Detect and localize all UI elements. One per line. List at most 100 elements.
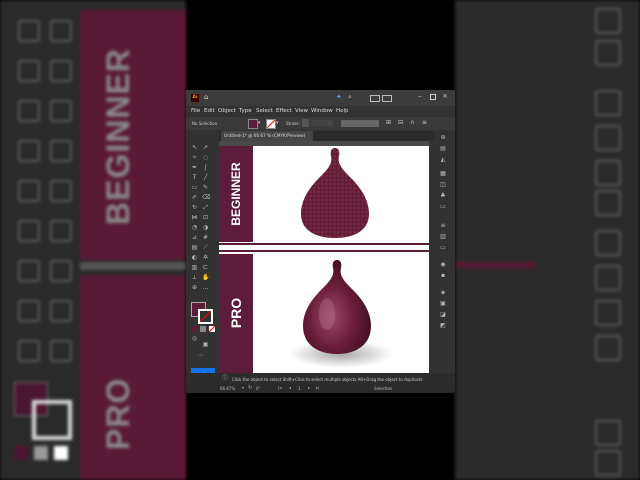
sparkle-icon[interactable]: ✦ <box>336 93 342 101</box>
symbols-icon[interactable]: ▭ <box>439 203 447 211</box>
document-tab[interactable]: Untitled-1* @ 66.67 % (CMYK/Preview) <box>221 131 314 141</box>
symbol-sprayer-icon[interactable]: ✲ <box>202 254 209 261</box>
scale-tool-icon[interactable]: ⤢ <box>202 204 209 211</box>
menu-edit[interactable]: Edit <box>204 108 215 114</box>
previous-artboard-icon[interactable]: ◂ <box>289 385 291 390</box>
rotate-view-icon[interactable]: ↻ <box>248 385 252 391</box>
chevron-down-icon[interactable]: ▾ <box>258 120 261 126</box>
gradient-mode-icon[interactable] <box>200 326 206 332</box>
hand-tool-icon[interactable]: ✋ <box>202 274 209 281</box>
graph-tool-icon[interactable]: ▥ <box>191 264 198 271</box>
live-paint-icon[interactable]: ◑ <box>202 224 209 231</box>
perspective-grid-icon[interactable]: ⊿ <box>191 234 198 241</box>
menu-file[interactable]: File <box>191 108 200 114</box>
style-field[interactable] <box>341 120 379 127</box>
chevron-down-icon[interactable]: ▾ <box>242 385 244 390</box>
first-artboard-icon[interactable]: |◂ <box>278 385 281 390</box>
appearance-icon[interactable]: ◉ <box>439 261 447 269</box>
stroke-weight-field[interactable] <box>311 120 333 126</box>
background-color-chip <box>14 446 28 460</box>
last-artboard-icon[interactable]: ▸| <box>316 385 319 390</box>
paintbrush-icon[interactable]: ✎ <box>202 184 209 191</box>
properties-icon[interactable]: ⊛ <box>439 134 447 142</box>
menu-icon[interactable]: ≡ <box>422 119 427 126</box>
links-icon[interactable]: ◩ <box>439 322 447 330</box>
none-mode-icon[interactable] <box>209 326 215 332</box>
selection-tool-icon[interactable]: ↖ <box>191 144 198 151</box>
mesh-tool-icon[interactable]: # <box>202 234 209 241</box>
free-transform-icon[interactable]: ⊡ <box>202 214 209 221</box>
menu-window[interactable]: Window <box>311 108 333 114</box>
info-icon: ⓘ <box>222 375 229 382</box>
artboard-tool-icon[interactable]: ⊏ <box>202 264 209 271</box>
minimize-button[interactable]: – <box>418 92 422 100</box>
background-left-panel: BEGINNER PRO <box>0 0 186 480</box>
stroke-weight-stepper[interactable] <box>302 119 309 127</box>
arrange-documents-icon[interactable] <box>370 95 380 102</box>
gradient-tool-icon[interactable]: ▤ <box>191 244 198 251</box>
layers-stack-icon[interactable]: ◈ <box>439 289 447 297</box>
background-tool-icon <box>50 20 72 42</box>
transparency-icon[interactable]: ▭ <box>439 244 447 252</box>
align-icon[interactable]: ⊞ <box>386 119 391 126</box>
fill-color-swatch[interactable] <box>248 119 258 129</box>
more-tools-icon[interactable]: ⋯ <box>197 352 204 359</box>
workspace-icon[interactable] <box>382 95 392 102</box>
stroke-swatch[interactable] <box>198 309 213 324</box>
direct-selection-tool-icon[interactable]: ↗ <box>202 144 209 151</box>
screen-mode-icon[interactable]: ▣ <box>202 341 209 348</box>
rectangle-tool-icon[interactable]: ▭ <box>191 184 198 191</box>
color-icon[interactable]: ▦ <box>439 170 447 178</box>
graphic-styles-icon[interactable]: ▪ <box>439 272 447 280</box>
canvas[interactable]: BEGINNER PRO <box>219 141 429 373</box>
pen-tool-icon[interactable]: ✒ <box>191 164 198 171</box>
close-button[interactable]: × <box>442 92 448 100</box>
shaper-tool-icon[interactable]: ✐ <box>191 194 198 201</box>
chevron-down-icon[interactable]: ▾ <box>276 120 279 126</box>
home-icon[interactable]: ⌂ <box>204 93 208 101</box>
artboards-icon[interactable]: ▣ <box>439 300 447 308</box>
menu-effect[interactable]: Effect <box>276 108 292 114</box>
fig-highlight <box>319 298 335 330</box>
maximize-button[interactable] <box>430 94 436 100</box>
menu-object[interactable]: Object <box>218 108 236 114</box>
blend-tool-icon[interactable]: ◐ <box>191 254 198 261</box>
line-tool-icon[interactable]: ╱ <box>202 174 209 181</box>
next-artboard-icon[interactable]: ▸ <box>308 385 310 390</box>
type-tool-icon[interactable]: T <box>191 174 198 181</box>
stroke-icon[interactable]: ≡ <box>439 222 447 230</box>
curvature-tool-icon[interactable]: ∫ <box>202 164 209 171</box>
brushes-icon[interactable]: ♣ <box>439 192 447 200</box>
libraries-icon[interactable]: ◭ <box>439 156 447 164</box>
layers-icon[interactable]: ▤ <box>439 145 447 153</box>
asset-export-icon[interactable]: ◪ <box>439 311 447 319</box>
pro-label-band: PRO <box>219 254 253 373</box>
artboard-number[interactable]: 1 <box>298 386 301 391</box>
menu-view[interactable]: View <box>295 108 308 114</box>
rotate-value[interactable]: 0° <box>256 386 261 391</box>
width-tool-icon[interactable]: ⋈ <box>191 214 198 221</box>
magic-wand-icon[interactable]: ✧ <box>191 154 198 161</box>
background-tool-icon <box>50 100 72 122</box>
menu-help[interactable]: Help <box>336 108 349 114</box>
shape-builder-icon[interactable]: ◔ <box>191 224 198 231</box>
transform-icon[interactable]: ⊟ <box>398 119 403 126</box>
zoom-level[interactable]: 66.67% <box>220 386 235 391</box>
eyedropper-icon[interactable]: ⟋ <box>202 244 209 251</box>
swatches-icon[interactable]: ◫ <box>439 181 447 189</box>
menu-select[interactable]: Select <box>256 108 273 114</box>
rotate-tool-icon[interactable]: ↻ <box>191 204 198 211</box>
search-icon[interactable]: ⌕ <box>348 93 352 101</box>
gradient-icon[interactable]: ▥ <box>439 233 447 241</box>
arc-icon[interactable]: ∩ <box>410 119 414 126</box>
eraser-icon[interactable]: ⌫ <box>202 194 210 201</box>
zoom-tool-icon[interactable]: ⊕ <box>191 284 198 291</box>
draw-mode-icon[interactable]: ◎ <box>191 335 198 342</box>
menu-type[interactable]: Type <box>239 108 252 114</box>
stroke-color-swatch[interactable] <box>266 119 276 129</box>
slice-tool-icon[interactable]: ⟂ <box>191 274 198 281</box>
lasso-icon[interactable]: ◌ <box>202 154 209 161</box>
background-panel-icon <box>595 160 621 186</box>
edit-toolbar-icon[interactable]: … <box>202 284 209 291</box>
color-mode-icon[interactable] <box>191 326 197 332</box>
